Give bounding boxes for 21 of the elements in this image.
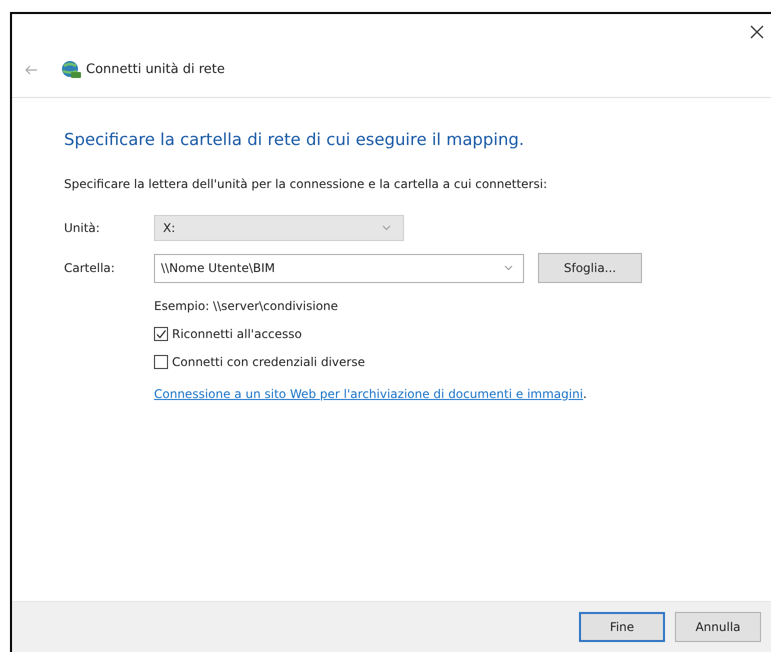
checkbox[interactable]	[154, 355, 168, 369]
example-text: Esempio: \\server\condivisione	[154, 299, 338, 313]
window-title: Connetti unità di rete	[86, 62, 225, 77]
chevron-down-icon	[504, 265, 513, 271]
folder-combobox[interactable]: \\Nome Utente\BIM	[154, 254, 524, 282]
checkbox-label: Riconnetti all'accesso	[172, 327, 302, 341]
drive-label: Unità:	[64, 221, 101, 235]
instruction-text: Specificare la lettera dell'unità per la connessione e la cartella a cui connettersi:	[64, 177, 548, 191]
link-sentence: Connessione a un sito Web per l'archiviazione di documenti e immagini.	[154, 387, 587, 401]
checkbox[interactable]	[154, 327, 168, 341]
chevron-down-icon	[382, 225, 391, 231]
network-drive-icon	[60, 60, 82, 80]
checkbox-label: Connetti con credenziali diverse	[172, 355, 365, 369]
dialog-button[interactable]: Fine	[579, 612, 665, 642]
heading: Specificare la cartella di rete di cui eseguire il mapping.	[64, 130, 526, 149]
folder-label: Cartella:	[64, 261, 116, 275]
dialog-button[interactable]: Annulla	[675, 612, 761, 642]
drive-dropdown[interactable]: X:	[154, 215, 404, 241]
browse-button[interactable]: Sfoglia...	[538, 253, 642, 283]
close-icon[interactable]	[749, 24, 765, 40]
web-storage-link[interactable]: Connessione a un sito Web per l'archiviazione di documenti e immagini	[154, 387, 584, 401]
